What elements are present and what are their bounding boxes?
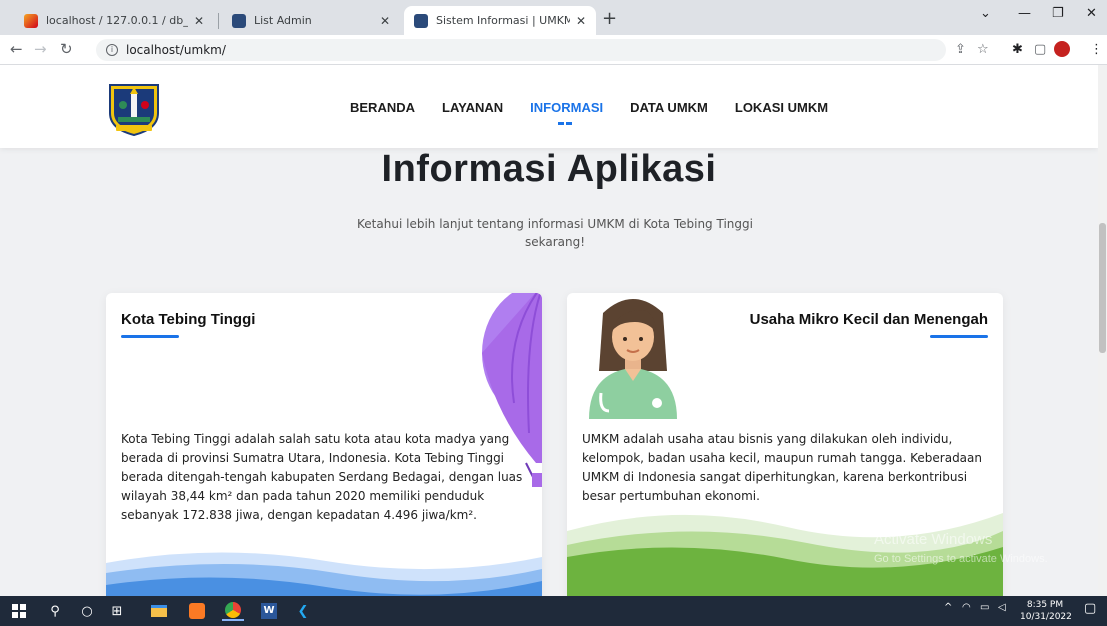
- site-favicon-icon: [232, 13, 246, 28]
- phpmyadmin-icon: [24, 13, 38, 28]
- url-text: localhost/umkm/: [126, 43, 226, 57]
- forward-icon[interactable]: →: [34, 40, 47, 58]
- tab-phpmyadmin[interactable]: localhost / 127.0.0.1 / db_umkm ✕: [14, 6, 214, 35]
- title-underline: [930, 335, 988, 338]
- notifications-icon[interactable]: ▢: [1084, 601, 1096, 616]
- card-title: Kota Tebing Tinggi: [121, 311, 256, 328]
- main-nav: BERANDA LAYANAN INFORMASI DATA UMKM LOKA…: [350, 100, 828, 125]
- tab-title: localhost / 127.0.0.1 / db_umkm: [46, 14, 188, 27]
- profile-avatar-icon[interactable]: [1054, 41, 1070, 57]
- search-icon[interactable]: ⚲: [44, 601, 66, 621]
- taskbar-clock[interactable]: 8:35 PM 10/31/2022: [1020, 599, 1072, 623]
- bookmark-star-icon[interactable]: ☆: [977, 42, 989, 57]
- nav-beranda[interactable]: BERANDA: [350, 100, 415, 115]
- browser-tabstrip: localhost / 127.0.0.1 / db_umkm ✕ List A…: [0, 0, 1107, 35]
- cortana-icon[interactable]: ○: [76, 601, 98, 621]
- card-umkm: Usaha Mikro Kecil dan Menengah UMKM adal…: [567, 293, 1003, 596]
- windows-taskbar: ⚲ ○ ⊞ W ❮ ^ ◠ ▭ ◁ 8:35 PM 10/31/2022 ▢: [0, 596, 1107, 626]
- nav-data-umkm[interactable]: DATA UMKM: [630, 100, 708, 115]
- section-title: Informasi Aplikasi: [381, 148, 717, 190]
- wave-decoration: [106, 552, 542, 596]
- scrollbar-thumb[interactable]: [1099, 223, 1106, 353]
- xampp-icon[interactable]: [186, 601, 208, 621]
- word-icon[interactable]: W: [258, 601, 280, 621]
- menu-kebab-icon[interactable]: ⋮: [1090, 42, 1103, 57]
- activate-windows-subtitle: Go to Settings to activate Windows.: [874, 553, 1048, 565]
- tab-list-admin[interactable]: List Admin ✕: [222, 6, 400, 35]
- health-worker-avatar-icon: [589, 299, 677, 419]
- card-text: Kota Tebing Tinggi adalah salah satu kot…: [121, 432, 523, 522]
- battery-icon[interactable]: ▭: [980, 602, 989, 613]
- nav-lokasi-umkm[interactable]: LOKASI UMKM: [735, 100, 828, 115]
- browser-toolbar: ← → ↻ i localhost/umkm/ ⇪ ☆ ✱ ▢ ⋮: [0, 35, 1107, 65]
- close-tab-icon[interactable]: ✕: [194, 14, 204, 28]
- show-hidden-icons-icon[interactable]: ^: [944, 602, 952, 613]
- kota-tebing-tinggi-logo[interactable]: [106, 79, 162, 137]
- tab-divider: [218, 13, 219, 29]
- clock-date: 10/31/2022: [1020, 612, 1072, 622]
- activate-windows-title: Activate Windows: [874, 531, 993, 548]
- site-info-icon[interactable]: i: [106, 44, 118, 56]
- new-tab-icon[interactable]: +: [602, 8, 617, 29]
- tab-sistem-informasi[interactable]: Sistem Informasi | UMKM Tebing ✕: [404, 6, 596, 35]
- chrome-icon[interactable]: [222, 601, 244, 621]
- close-tab-icon[interactable]: ✕: [576, 14, 586, 28]
- card-kota-tebing-tinggi: Kota Tebing Tinggi Kota Tebing Tinggi ad…: [106, 293, 542, 596]
- minimize-icon[interactable]: —: [1018, 6, 1031, 21]
- extensions-puzzle-icon[interactable]: ✱: [1012, 42, 1023, 57]
- wave-decoration: [567, 513, 1003, 596]
- task-view-icon[interactable]: ⊞: [106, 601, 128, 621]
- nav-layanan[interactable]: LAYANAN: [442, 100, 503, 115]
- nav-informasi[interactable]: INFORMASI: [530, 100, 603, 125]
- restore-icon[interactable]: ❐: [1052, 6, 1064, 21]
- tab-search-chevron-icon[interactable]: ⌄: [980, 6, 991, 21]
- page-viewport: BERANDA LAYANAN INFORMASI DATA UMKM LOKA…: [0, 65, 1098, 596]
- vscode-icon[interactable]: ❮: [292, 601, 314, 621]
- title-underline: [121, 335, 179, 338]
- tab-title: List Admin: [254, 14, 312, 27]
- windows-start-icon[interactable]: [8, 601, 30, 621]
- volume-icon[interactable]: ◁: [998, 602, 1006, 613]
- tab-title: Sistem Informasi | UMKM Tebing: [436, 14, 570, 27]
- page-scrollbar[interactable]: [1098, 65, 1107, 596]
- card-title: Usaha Mikro Kecil dan Menengah: [749, 311, 988, 328]
- share-icon[interactable]: ⇪: [955, 42, 966, 57]
- site-favicon-icon: [414, 13, 428, 28]
- card-text: UMKM adalah usaha atau bisnis yang dilak…: [582, 432, 982, 503]
- side-panel-icon[interactable]: ▢: [1034, 42, 1046, 57]
- back-icon[interactable]: ←: [10, 40, 23, 58]
- section-subtitle: Ketahui lebih lanjut tentang informasi U…: [357, 217, 753, 249]
- close-window-icon[interactable]: ✕: [1086, 6, 1097, 21]
- address-bar[interactable]: i localhost/umkm/: [96, 39, 946, 61]
- clock-time: 8:35 PM: [1026, 600, 1064, 610]
- reload-icon[interactable]: ↻: [60, 40, 73, 58]
- file-explorer-icon[interactable]: [148, 601, 170, 621]
- wifi-icon[interactable]: ◠: [962, 602, 971, 613]
- site-header: BERANDA LAYANAN INFORMASI DATA UMKM LOKA…: [0, 65, 1098, 148]
- close-tab-icon[interactable]: ✕: [380, 14, 390, 28]
